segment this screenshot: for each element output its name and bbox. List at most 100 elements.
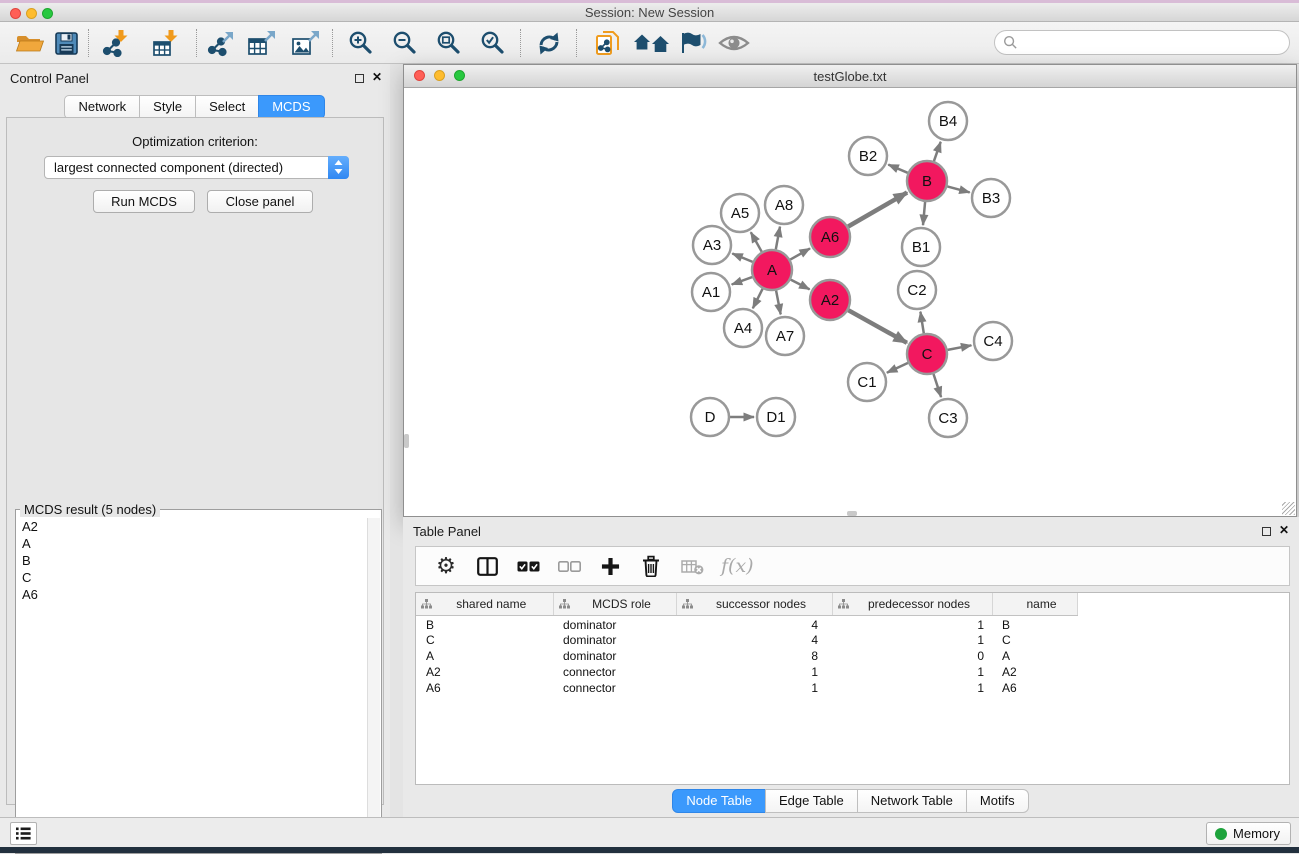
task-history-button[interactable]: [10, 822, 37, 845]
tab-motifs[interactable]: Motifs: [966, 789, 1029, 813]
open-folder-icon[interactable]: [14, 28, 46, 58]
deselect-all-icon[interactable]: [557, 553, 581, 579]
cell[interactable]: 1: [676, 664, 832, 680]
graph-node-A4[interactable]: A4: [724, 309, 762, 347]
search-field[interactable]: [994, 30, 1290, 55]
mcds-result-item[interactable]: B: [17, 552, 367, 569]
add-column-icon[interactable]: [598, 553, 622, 579]
criterion-select[interactable]: largest connected component (directed): [44, 156, 349, 179]
column-header-predecessor-nodes[interactable]: predecessor nodes: [832, 593, 992, 615]
cell[interactable]: 4: [676, 632, 832, 648]
cell[interactable]: 1: [832, 664, 992, 680]
mcds-result-item[interactable]: A2: [17, 518, 367, 535]
import-table-icon[interactable]: [150, 28, 182, 58]
graph-node-C[interactable]: C: [907, 334, 947, 374]
tab-network-table[interactable]: Network Table: [857, 789, 967, 813]
mcds-result-item[interactable]: A: [17, 535, 367, 552]
column-header-MCDS-role[interactable]: MCDS role: [553, 593, 676, 615]
cell[interactable]: connector: [553, 680, 676, 696]
mcds-result-scrollbar[interactable]: [367, 518, 380, 852]
cell[interactable]: B: [992, 615, 1077, 632]
table-row[interactable]: Bdominator41B: [416, 615, 1289, 632]
cell[interactable]: B: [416, 615, 553, 632]
tab-node-table[interactable]: Node Table: [672, 789, 766, 813]
graph-node-B2[interactable]: B2: [849, 137, 887, 175]
zoom-out-icon[interactable]: [389, 28, 421, 58]
float-panel-icon[interactable]: [1262, 527, 1271, 536]
copy-network-icon[interactable]: [592, 28, 624, 58]
cell[interactable]: 4: [676, 615, 832, 632]
cell[interactable]: C: [416, 632, 553, 648]
delete-column-icon[interactable]: [639, 553, 663, 579]
cell[interactable]: dominator: [553, 648, 676, 664]
graph-node-D1[interactable]: D1: [757, 398, 795, 436]
graph-node-A2[interactable]: A2: [810, 280, 850, 320]
float-panel-icon[interactable]: [355, 74, 364, 83]
tab-mcds[interactable]: MCDS: [258, 95, 324, 119]
cell[interactable]: A2: [992, 664, 1077, 680]
mcds-result-list[interactable]: A2ABCA6: [17, 518, 367, 852]
home-icon[interactable]: [632, 28, 672, 58]
graph-node-A6[interactable]: A6: [810, 217, 850, 257]
eye-icon[interactable]: [718, 28, 750, 58]
import-network-icon[interactable]: [100, 28, 132, 58]
tab-select[interactable]: Select: [195, 95, 259, 119]
graph-node-A1[interactable]: A1: [692, 273, 730, 311]
zoom-in-icon[interactable]: [345, 28, 377, 58]
close-panel-icon[interactable]: ✕: [1279, 523, 1289, 537]
graph-node-C4[interactable]: C4: [974, 322, 1012, 360]
tab-edge-table[interactable]: Edge Table: [765, 789, 858, 813]
column-header-name[interactable]: name: [992, 593, 1077, 615]
cell[interactable]: dominator: [553, 632, 676, 648]
vertical-scrollbar-thumb[interactable]: [404, 434, 409, 448]
mcds-result-item[interactable]: A6: [17, 586, 367, 603]
zoom-fit-icon[interactable]: [433, 28, 465, 58]
gear-icon[interactable]: ⚙: [434, 553, 458, 579]
cell[interactable]: 1: [832, 632, 992, 648]
graph-node-C2[interactable]: C2: [898, 271, 936, 309]
graph-node-A[interactable]: A: [752, 250, 792, 290]
cell[interactable]: 1: [832, 615, 992, 632]
export-image-icon[interactable]: [290, 28, 322, 58]
cell[interactable]: A6: [416, 680, 553, 696]
cell[interactable]: 0: [832, 648, 992, 664]
graph-node-A8[interactable]: A8: [765, 186, 803, 224]
cell[interactable]: dominator: [553, 615, 676, 632]
network-window-titlebar[interactable]: testGlobe.txt: [404, 65, 1296, 88]
columns-icon[interactable]: [475, 553, 499, 579]
cell[interactable]: C: [992, 632, 1077, 648]
graph-node-B1[interactable]: B1: [902, 228, 940, 266]
graph-node-A7[interactable]: A7: [766, 317, 804, 355]
graph-node-B4[interactable]: B4: [929, 102, 967, 140]
graph-node-B[interactable]: B: [907, 161, 947, 201]
column-header-successor-nodes[interactable]: successor nodes: [676, 593, 832, 615]
table-row[interactable]: A2connector11A2: [416, 664, 1289, 680]
tab-style[interactable]: Style: [139, 95, 196, 119]
graph-node-B3[interactable]: B3: [972, 179, 1010, 217]
close-panel-button[interactable]: Close panel: [207, 190, 313, 213]
network-canvas[interactable]: A A1 A2 A3 A4 A5 A6 A7 A8 B B1 B2 B3 B4 C C1 C2 C3 C4 D D1: [404, 88, 1296, 516]
graph-node-A3[interactable]: A3: [693, 226, 731, 264]
cell[interactable]: A: [992, 648, 1077, 664]
graph-node-A5[interactable]: A5: [721, 194, 759, 232]
cell[interactable]: 1: [832, 680, 992, 696]
graph-node-C1[interactable]: C1: [848, 363, 886, 401]
table-row[interactable]: Cdominator41C: [416, 632, 1289, 648]
cell[interactable]: A6: [992, 680, 1077, 696]
tab-network[interactable]: Network: [64, 95, 140, 119]
graph-node-C3[interactable]: C3: [929, 399, 967, 437]
cell[interactable]: 1: [676, 680, 832, 696]
cell[interactable]: connector: [553, 664, 676, 680]
graph-node-D[interactable]: D: [691, 398, 729, 436]
hide-show-icon[interactable]: [678, 28, 710, 58]
run-mcds-button[interactable]: Run MCDS: [93, 190, 195, 213]
close-panel-icon[interactable]: ✕: [372, 70, 382, 84]
zoom-selected-icon[interactable]: [477, 28, 509, 58]
export-network-icon[interactable]: [205, 28, 237, 58]
refresh-icon[interactable]: [533, 28, 565, 58]
table-row[interactable]: Adominator80A: [416, 648, 1289, 664]
mcds-result-item[interactable]: C: [17, 569, 367, 586]
cell[interactable]: A: [416, 648, 553, 664]
cell[interactable]: 8: [676, 648, 832, 664]
memory-button[interactable]: Memory: [1206, 822, 1291, 845]
